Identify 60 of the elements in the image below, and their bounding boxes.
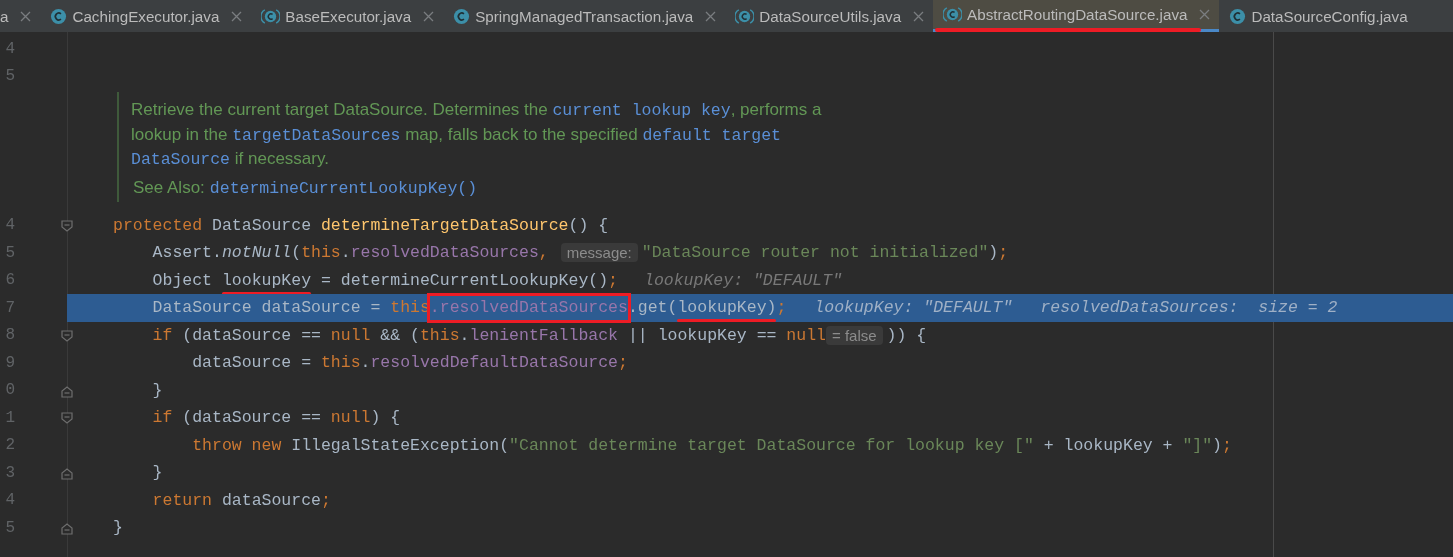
- doc-comment: Retrieve the current target DataSource. Determines the current lookup key, performs a lookup in the targetDataSources map, falls back to the specified default target DataSource if necessary.: [131, 99, 823, 171]
- line-number: 0: [4, 381, 15, 400]
- inlay-hint: = false: [825, 325, 883, 345]
- code-text: dataSource = this.resolvedDefaultDataSource;: [191, 353, 628, 373]
- code-text: "DataSource router not initialized");: [641, 243, 1009, 263]
- fold-icon[interactable]: [60, 411, 74, 425]
- doc-link[interactable]: determineCurrentLookupKey(): [209, 178, 478, 198]
- code-text: DataSource dataSource = this.resolvedDataSources.get(lookupKey);: [113, 298, 787, 318]
- fold-icon[interactable]: [60, 466, 74, 480]
- close-icon[interactable]: [913, 10, 925, 22]
- code-text: protected DataSource determineTargetDataSource() {: [113, 215, 609, 235]
- code-text: }: [151, 463, 163, 483]
- code-text: if (dataSource == null) {: [151, 408, 401, 428]
- class-icon: [1229, 7, 1247, 25]
- code-text: if (dataSource == null && (this.lenientFallback || lookupKey == null: [151, 325, 826, 345]
- code-text: return dataSource;: [151, 490, 331, 510]
- debug-value: lookupKey: "DEFAULT": [814, 298, 1013, 318]
- file-tab[interactable]: BaseExecutor.java: [251, 0, 444, 32]
- debug-value: resolvedDataSources: size = 2: [1040, 298, 1338, 318]
- line-number: 5: [4, 518, 15, 537]
- code-text: Object lookupKey = determineCurrentLookupKey();: [113, 270, 618, 290]
- close-icon[interactable]: [705, 10, 717, 22]
- file-tab[interactable]: CachingExecutor.java: [40, 0, 252, 32]
- fold-icon[interactable]: [60, 521, 74, 535]
- inlay-hint: message:: [560, 243, 638, 263]
- line-number: 8: [4, 326, 15, 345]
- class-icon: [50, 7, 68, 25]
- line-number: 7: [4, 298, 15, 317]
- code-text: }: [113, 518, 123, 538]
- line-number: 5: [4, 67, 15, 86]
- code-text: throw new IllegalStateException("Cannot determine target DataSource for lookup key [" + lookupKey + "]");: [191, 435, 1232, 455]
- close-icon[interactable]: [231, 10, 243, 22]
- line-number: 4: [4, 491, 15, 510]
- close-icon[interactable]: [20, 10, 32, 22]
- abstract-class-icon: [943, 6, 963, 23]
- debug-value: lookupKey: "DEFAULT": [644, 270, 843, 290]
- abstract-class-icon: [261, 7, 281, 25]
- class-icon: [453, 7, 471, 25]
- file-tab[interactable]: DataSourceUtils.java: [725, 0, 934, 32]
- close-icon[interactable]: [1199, 9, 1211, 20]
- code-text: }: [151, 380, 163, 400]
- file-tab[interactable]: a: [0, 0, 41, 32]
- code-text: )) {: [886, 325, 927, 345]
- file-tab[interactable]: SpringManagedTransaction.java: [443, 0, 726, 32]
- line-number: 4: [4, 39, 15, 58]
- abstract-class-icon: [735, 7, 755, 25]
- line-number: 5: [4, 243, 15, 262]
- code-text: Assert.notNull(this.resolvedDataSources,: [151, 243, 549, 263]
- line-number: 3: [4, 463, 15, 482]
- close-icon[interactable]: [423, 10, 435, 22]
- fold-icon[interactable]: [60, 328, 74, 343]
- line-number: 4: [4, 216, 15, 235]
- line-number: 6: [4, 271, 15, 290]
- see-also-label: See Also:: [133, 177, 205, 198]
- line-number: 1: [4, 408, 15, 427]
- line-number: 9: [4, 353, 15, 372]
- file-tab[interactable]: AbstractRoutingDataSource.java: [933, 0, 1220, 32]
- fold-icon[interactable]: [60, 218, 74, 233]
- line-number: 2: [4, 436, 15, 455]
- file-tab[interactable]: DataSourceConfig.java: [1219, 0, 1417, 32]
